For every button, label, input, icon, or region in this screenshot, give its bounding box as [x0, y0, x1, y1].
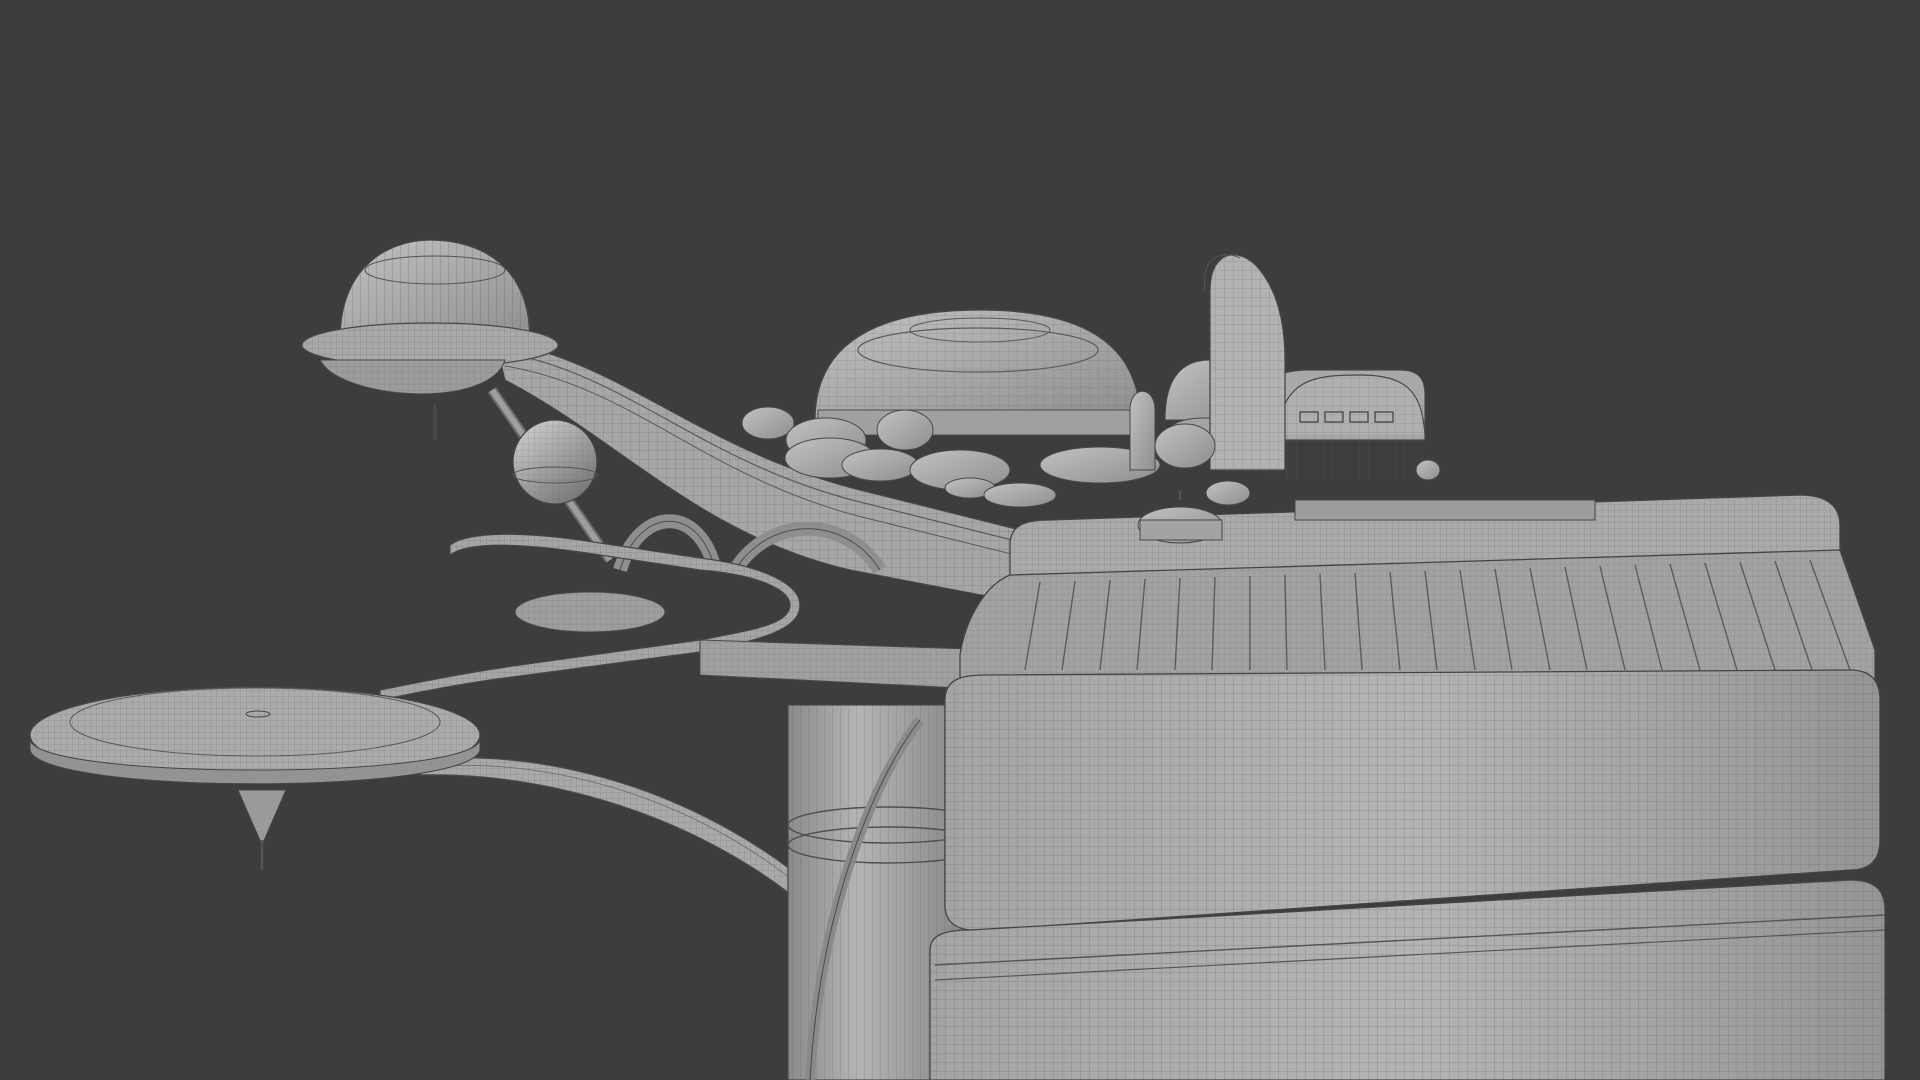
large-rounded-block-building: [929, 490, 1886, 1080]
landing-platform: [29, 686, 481, 870]
curved-tower-pipe: [1203, 254, 1286, 471]
central-dome: [814, 309, 1141, 436]
scene-render: [29, 239, 1886, 1080]
3d-viewport[interactable]: [0, 0, 1920, 1080]
dome-pod-left: [301, 239, 559, 440]
